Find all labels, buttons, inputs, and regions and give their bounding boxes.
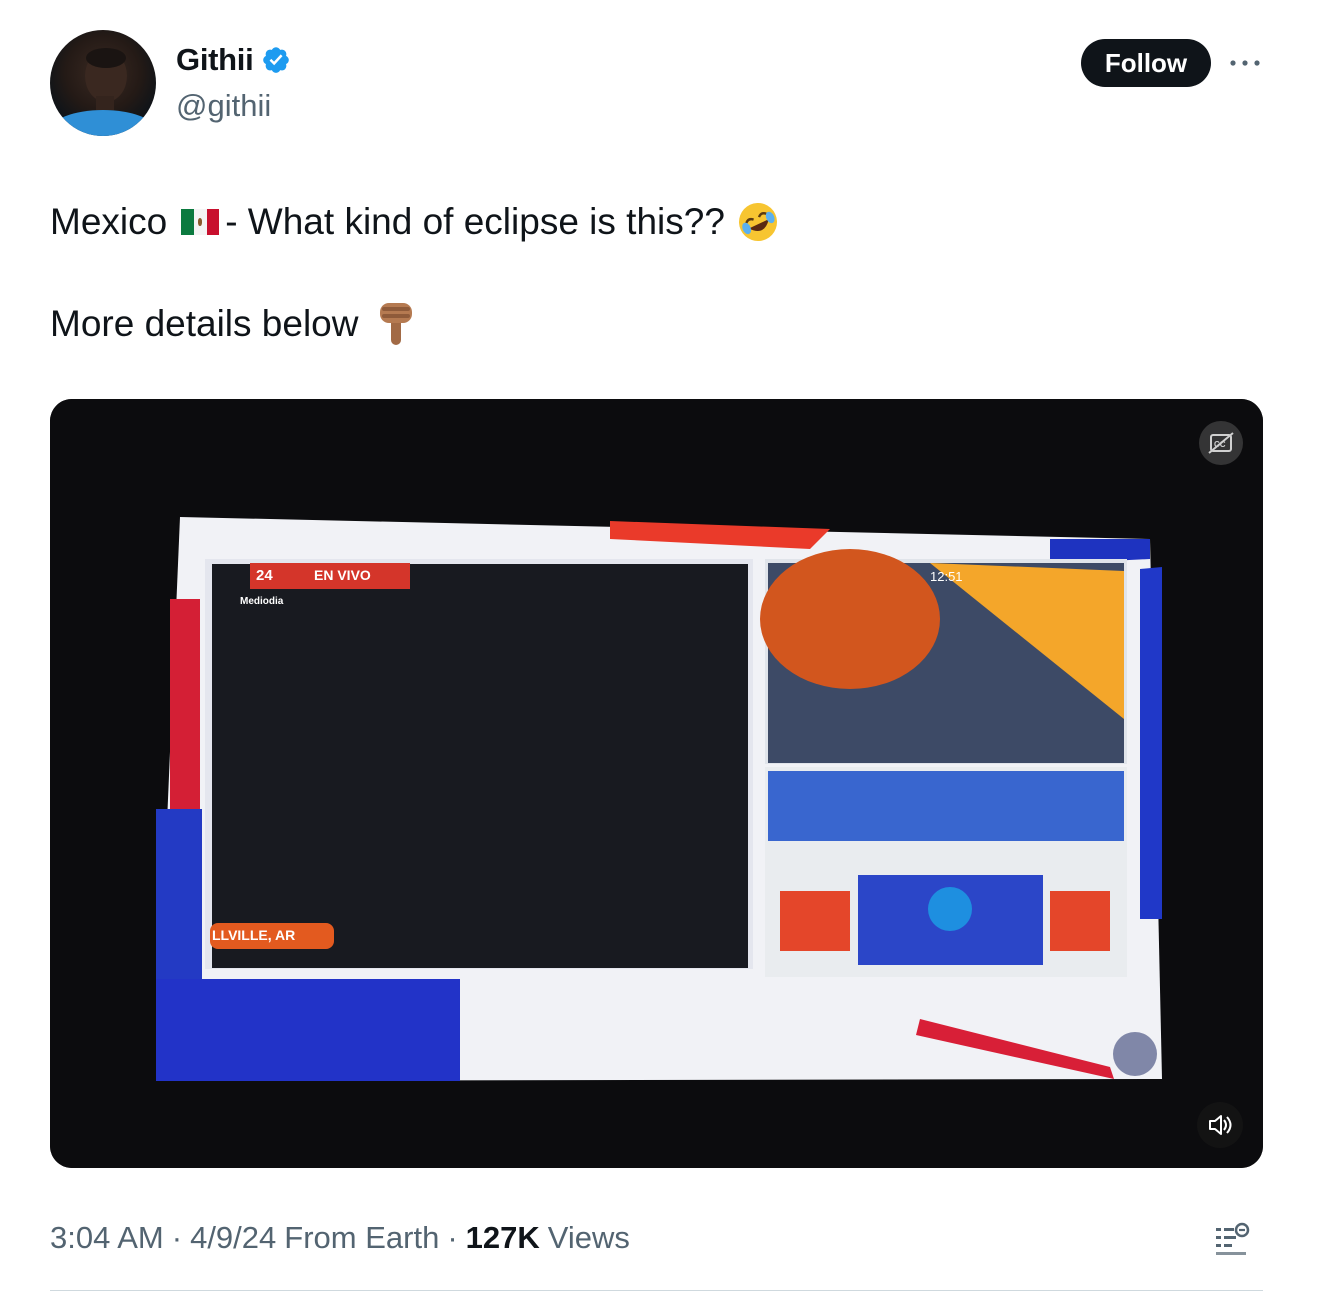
tweet-text: Mexico - What kind of eclipse is this?? … (50, 196, 779, 350)
bottom-divider (50, 1290, 1263, 1291)
mexico-flag-icon (181, 209, 220, 235)
video-overlay-badge: EN VIVO (314, 567, 371, 583)
tweet-line-2: More details below (50, 298, 779, 350)
video-location-strip: LLVILLE, AR (212, 927, 296, 943)
tweet-time[interactable]: 3:04 AM (50, 1220, 164, 1256)
video-overlay-sub: Mediodia (240, 596, 284, 607)
verified-badge-icon (263, 47, 290, 73)
tweet-text-question: - What kind of eclipse is this?? (225, 201, 725, 242)
tweet-date[interactable]: 4/9/24 (190, 1220, 276, 1256)
author-display-name[interactable]: Githii (176, 42, 254, 78)
volume-icon[interactable] (1197, 1102, 1243, 1148)
tweet-text-prefix: Mexico (50, 201, 168, 242)
more-dots-icon[interactable] (1228, 50, 1262, 76)
author-name-row: Githii (176, 42, 291, 78)
video-clock: 12:51 (930, 569, 963, 584)
tweet-source: From Earth (284, 1220, 440, 1255)
meta-separator: · (171, 1220, 183, 1255)
follow-button[interactable]: Follow (1081, 39, 1211, 87)
rolling-on-floor-laughing-icon (738, 203, 777, 241)
tweet-text-more: More details below (50, 303, 359, 344)
video-frame (50, 399, 1263, 1168)
analytics-icon[interactable] (1212, 1220, 1252, 1260)
meta-separator-2: · (447, 1220, 458, 1255)
author-avatar[interactable] (50, 30, 156, 136)
video-overlay-num: 24 (256, 567, 273, 584)
views-count: 127K (465, 1220, 540, 1255)
backhand-index-pointing-down-icon (380, 303, 413, 345)
views-label: Views (547, 1220, 630, 1255)
tweet-video[interactable]: 24 EN VIVO Mediodia LLVILLE, AR 12:51 CC (50, 399, 1263, 1168)
tweet-line-1: Mexico - What kind of eclipse is this?? (50, 196, 779, 248)
captions-icon[interactable]: CC (1199, 421, 1243, 465)
tweet-meta: 3:04 AM · 4/9/24 From Earth · 127K Views (50, 1220, 630, 1256)
author-handle[interactable]: @githii (176, 88, 271, 124)
